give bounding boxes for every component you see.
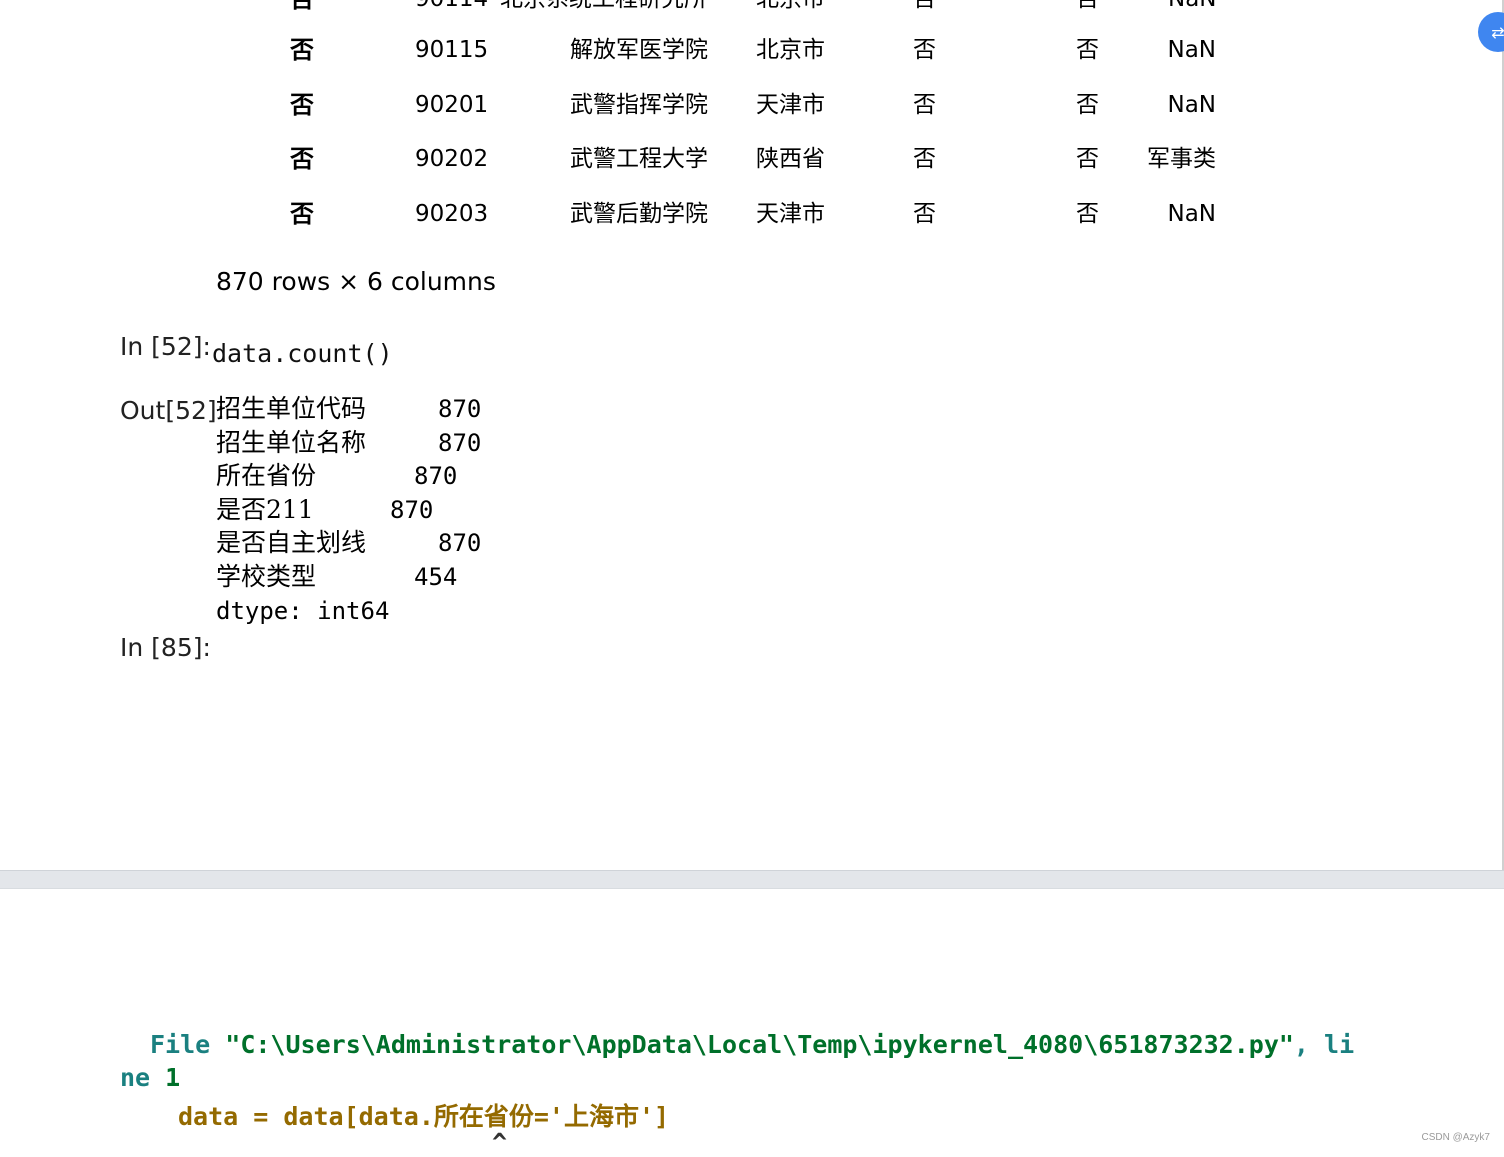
series-value: 870 xyxy=(438,395,482,423)
series-label: 是否211 xyxy=(216,495,314,524)
row-index: 否 xyxy=(290,0,314,14)
cell-self: 否 xyxy=(1076,37,1099,63)
dataframe-shape: 870 rows × 6 columns xyxy=(216,267,496,296)
series-value: 870 xyxy=(438,529,482,557)
series-value: 454 xyxy=(414,563,458,591)
translate-float-button[interactable]: ⇄ xyxy=(1478,12,1504,52)
cell-is211: 否 xyxy=(913,37,936,63)
watermark: CSDN @Azyk7 xyxy=(1421,1132,1491,1143)
line-number: 1 xyxy=(165,1063,181,1092)
cell-is211: 否 xyxy=(913,201,936,227)
cell-self: 否 xyxy=(1076,92,1099,118)
series-label: 学校类型 xyxy=(216,562,317,591)
row-index: 否 xyxy=(290,91,314,119)
series-label: 是否自主划线 xyxy=(216,528,367,557)
cell-name: 武警指挥学院 xyxy=(570,92,708,118)
swap-icon: ⇄ xyxy=(1491,22,1504,42)
output-line: 学校类型 454 xyxy=(216,560,457,594)
series-value: 870 xyxy=(390,496,434,524)
dtype-line: dtype: int64 xyxy=(216,597,390,625)
cell-type: 军事类 xyxy=(1147,146,1216,172)
cell-type: NaN xyxy=(1167,201,1216,227)
cell-code: 90202 xyxy=(415,146,489,172)
traceback-line-number: ne 1 xyxy=(120,1063,180,1092)
line-keyword-end: ne xyxy=(120,1063,151,1092)
file-keyword: File xyxy=(150,1030,211,1059)
output-line: 招生单位名称 870 xyxy=(216,426,481,460)
row-index: 否 xyxy=(290,36,314,64)
traceback-code-line: data = data[data.所在省份='上海市'] xyxy=(178,1102,670,1131)
out-prompt-52: Out[52]: xyxy=(120,396,226,425)
cell-code: 90203 xyxy=(415,201,489,227)
cell-self: 否 xyxy=(1076,146,1099,172)
cell-name: 武警工程大学 xyxy=(570,146,708,172)
cell-code: 90201 xyxy=(415,92,489,118)
in-prompt-52: In [52]: xyxy=(120,332,211,361)
cell-type: NaN xyxy=(1167,37,1216,63)
cell-province: 北京市 xyxy=(756,0,825,14)
series-value: 870 xyxy=(414,462,458,490)
output-line: 是否自主划线 870 xyxy=(216,526,481,560)
cell-code: 90114 xyxy=(415,0,488,14)
file-path[interactable]: "C:\Users\Administrator\AppData\Local\Te… xyxy=(225,1030,1294,1059)
output-line: 招生单位代码 870 xyxy=(216,392,481,426)
in-prompt-85: In [85]: xyxy=(120,633,211,662)
series-label: 所在省份 xyxy=(216,461,317,490)
series-label: 招生单位代码 xyxy=(216,394,367,423)
output-line: 是否211 870 xyxy=(216,493,433,527)
traceback-file-line: File "C:\Users\Administrator\AppData\Loc… xyxy=(150,1030,1354,1059)
cell-province: 天津市 xyxy=(756,92,825,118)
cell-name: 北京系统工程研究所 xyxy=(500,0,707,14)
row-index: 否 xyxy=(290,200,314,228)
series-value: 870 xyxy=(438,429,482,457)
cell-province: 北京市 xyxy=(756,37,825,63)
line-keyword-start: , li xyxy=(1293,1030,1355,1059)
cell-province: 天津市 xyxy=(756,201,825,227)
cell-is211: 否 xyxy=(913,0,936,14)
output-line: 所在省份 870 xyxy=(216,459,457,493)
cell-name: 解放军医学院 xyxy=(570,37,708,63)
cell-is211: 否 xyxy=(913,146,936,172)
cell-type: NaN xyxy=(1167,92,1216,118)
pane-splitter[interactable] xyxy=(0,870,1504,889)
cell-self: 否 xyxy=(1076,201,1099,227)
cell-type: NaN xyxy=(1168,0,1217,14)
cell-province: 陕西省 xyxy=(756,146,825,172)
cell-name: 武警后勤学院 xyxy=(570,201,708,227)
code-input-52[interactable]: data.count() xyxy=(212,339,393,368)
row-index: 否 xyxy=(290,145,314,173)
cell-is211: 否 xyxy=(913,92,936,118)
cell-code: 90115 xyxy=(415,37,489,63)
cell-self: 否 xyxy=(1076,0,1099,14)
series-label: 招生单位名称 xyxy=(216,428,367,457)
